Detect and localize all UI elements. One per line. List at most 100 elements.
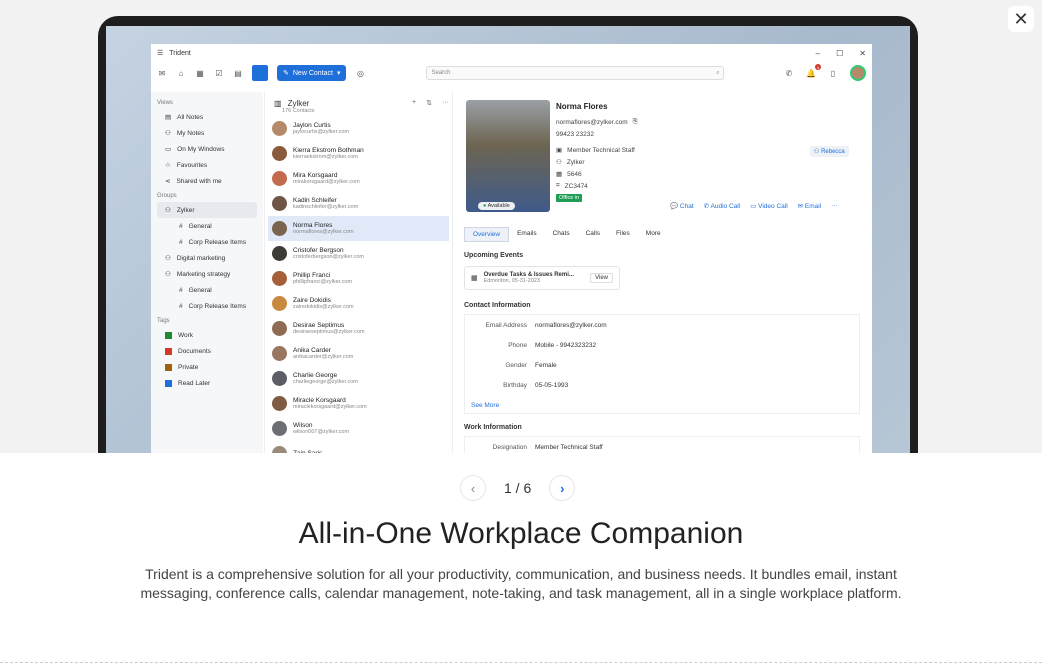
contact-count: 176 Contacts xyxy=(282,108,315,114)
event-view-button[interactable]: View xyxy=(590,273,613,283)
status-dot-icon: ● xyxy=(483,203,487,209)
contact-list-item[interactable]: Jaylon Curtis jaylocurtis@zylker.com xyxy=(268,116,449,141)
contact-list-item[interactable]: Norma Flores normaflores@zylker.com xyxy=(268,216,449,241)
contact-tag-label: Rebecca xyxy=(821,149,845,155)
sidebar-item-my-notes[interactable]: ⚇ My Notes xyxy=(157,125,257,141)
sidebar-item-corp-release[interactable]: # Corp Release Items xyxy=(157,234,257,250)
more-icon[interactable]: ··· xyxy=(831,202,838,210)
contact-email: wilson007@zylker.com xyxy=(293,429,350,435)
upcoming-events-heading: Upcoming Events xyxy=(464,252,524,259)
contact-list-item[interactable]: Anika Carder anikacarder@zylker.com xyxy=(268,341,449,366)
contact-list-item[interactable]: Wilson wilson007@zylker.com xyxy=(268,416,449,441)
prev-button[interactable]: ‹ xyxy=(460,475,486,501)
next-button[interactable]: › xyxy=(549,475,576,501)
phone-icon[interactable]: ✆ xyxy=(784,68,794,78)
info-key: Email Address xyxy=(485,321,527,329)
notes-icon: ▤ xyxy=(165,114,172,121)
carousel-footer: ‹ 1 / 6 › All-in-One Workplace Companion… xyxy=(0,453,1042,664)
sidebar-item-all-notes[interactable]: ▤ All Notes xyxy=(157,109,257,125)
contact-avatar xyxy=(272,446,287,453)
search-input[interactable]: Search ⌕ xyxy=(426,66,725,80)
sync-icon[interactable]: ◎ xyxy=(355,68,365,78)
chevron-down-icon[interactable]: ▾ xyxy=(337,69,341,77)
contact-role: Member Technical Staff xyxy=(567,146,635,154)
sidebar-item-digital-marketing[interactable]: ⚇ Digital marketing xyxy=(157,250,257,266)
contacts-icon[interactable]: 👤 xyxy=(252,65,268,81)
tasks-icon[interactable]: ☑ xyxy=(214,68,224,78)
contact-list-item[interactable]: Desirae Septimus desiraeseptimus@zylker.c… xyxy=(268,316,449,341)
minimize-icon[interactable]: – xyxy=(816,49,820,58)
user-avatar[interactable] xyxy=(850,65,866,81)
contact-list-item[interactable]: Kadin Schleifer kadinschleifer@zylker.com xyxy=(268,191,449,216)
sidebar-item-general[interactable]: # General xyxy=(157,218,257,234)
audio-call-action[interactable]: ✆ Audio Call xyxy=(704,202,741,210)
share-icon: ⋖ xyxy=(165,178,171,185)
tag-documents[interactable]: Documents xyxy=(157,343,257,359)
tab-more[interactable]: More xyxy=(638,227,669,242)
carousel-description: Trident is a comprehensive solution for … xyxy=(140,566,902,601)
new-contact-label: New Contact xyxy=(292,69,333,77)
contact-email: charliegeorge@zylker.com xyxy=(293,379,358,385)
bell-icon[interactable]: 🔔 4 xyxy=(806,64,821,78)
contact-list-item[interactable]: Zain Saris xyxy=(268,441,449,453)
document-icon[interactable]: ▯ xyxy=(828,68,838,78)
contact-email[interactable]: normaflores@zylker.com xyxy=(556,119,628,126)
email-action[interactable]: ✉ Email xyxy=(798,202,822,210)
contact-list-item[interactable]: Zaire Dokidis zairedokidis@zylker.com xyxy=(268,291,449,316)
contact-list-item[interactable]: Kierra Ekstrom Bothman kierraekstrom@zylk… xyxy=(268,141,449,166)
new-contact-button[interactable]: ✎ New Contact ▾ xyxy=(277,65,347,81)
contact-list-item[interactable]: Charlie George charliegeorge@zylker.com xyxy=(268,366,449,391)
info-key: Designation xyxy=(492,443,527,451)
see-more-row: See More xyxy=(465,395,859,415)
sidebar-item-marketing-strategy[interactable]: ⚇ Marketing strategy xyxy=(157,266,257,282)
sidebar-item-on-my-windows[interactable]: ▭ On My Windows xyxy=(157,141,257,157)
contact-company: Zylker xyxy=(566,158,585,166)
maximize-icon[interactable]: ☐ xyxy=(836,49,843,58)
contact-ext: 5646 xyxy=(567,170,582,178)
close-icon[interactable]: ✕ xyxy=(1008,6,1034,32)
mail-icon[interactable]: ✉ xyxy=(157,68,167,78)
tag-read-later[interactable]: Read Later xyxy=(157,375,257,391)
contact-avatar xyxy=(272,421,287,436)
contact-tag[interactable]: ⚇ Rebecca xyxy=(810,146,849,157)
tab-overview[interactable]: Overview xyxy=(464,227,510,242)
sort-icon[interactable]: ⇅ xyxy=(426,99,432,107)
sidebar-item-zylker[interactable]: ⚇ Zylker xyxy=(157,202,257,218)
sidebar-item-shared[interactable]: ⋖ Shared with me xyxy=(157,173,257,189)
contact-list-item[interactable]: Miracle Korsgaard miraclekorsgaard@zylker… xyxy=(268,391,449,416)
calendar-icon[interactable]: ▦ xyxy=(195,68,205,78)
tab-emails[interactable]: Emails xyxy=(509,227,545,242)
sidebar-item-label: Corp Release Items xyxy=(188,238,247,246)
sidebar-item-corp-release-2[interactable]: # Corp Release Items xyxy=(157,298,257,314)
sidebar-item-favourites[interactable]: ☆ Favourites xyxy=(157,157,257,173)
tag-private[interactable]: Private xyxy=(157,359,257,375)
inbox-icon[interactable]: ⌂ xyxy=(176,68,186,78)
chat-action[interactable]: 💬 Chat xyxy=(670,202,694,210)
sidebar-item-general-2[interactable]: # General xyxy=(157,282,257,298)
info-value-email[interactable]: normaflores@zylker.com xyxy=(535,322,607,329)
window-controls: – ☐ ✕ xyxy=(816,49,866,58)
video-call-action[interactable]: ▭ Video Call xyxy=(750,202,787,210)
contact-email: cristoferbergson@zylker.com xyxy=(293,254,364,260)
add-icon[interactable]: + xyxy=(412,99,416,107)
contact-name: Anika Carder xyxy=(293,347,331,354)
more-icon[interactable]: ··· xyxy=(442,99,449,107)
copy-icon[interactable]: ⎘ xyxy=(633,118,638,126)
contact-list-item[interactable]: Mira Korsgaard mirakorsgaard@zylker.com xyxy=(268,166,449,191)
notes-icon[interactable]: ▤ xyxy=(233,68,243,78)
sidebar-item-label: Corp Release Items xyxy=(188,302,247,310)
tab-files[interactable]: Files xyxy=(608,227,638,242)
notification-badge: 4 xyxy=(815,64,821,70)
contact-photo xyxy=(466,100,550,212)
close-window-icon[interactable]: ✕ xyxy=(859,49,866,58)
contact-list-item[interactable]: Phillip Franci phillipfranci@zylker.com xyxy=(268,266,449,291)
hash-icon: # xyxy=(179,302,183,310)
tag-work[interactable]: Work xyxy=(157,327,257,343)
hamburger-icon[interactable]: ☰ xyxy=(157,49,163,57)
event-card[interactable]: ▦ Overdue Tasks & Issues Remi... Edmonto… xyxy=(464,266,620,290)
tab-calls[interactable]: Calls xyxy=(578,227,608,242)
contact-email: mirakorsgaard@zylker.com xyxy=(293,179,360,185)
tab-chats[interactable]: Chats xyxy=(545,227,578,242)
see-more-link[interactable]: See More xyxy=(465,402,499,409)
contact-list-item[interactable]: Cristofer Bergson cristoferbergson@zylker… xyxy=(268,241,449,266)
